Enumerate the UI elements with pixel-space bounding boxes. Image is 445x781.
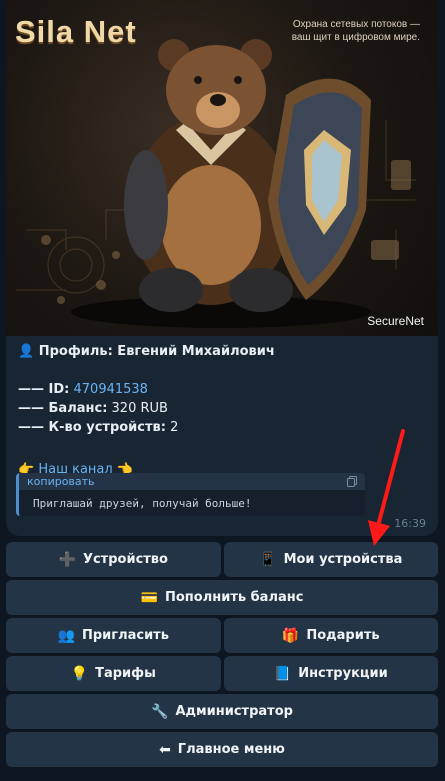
invite-label: Пригласить: [81, 628, 169, 643]
tariffs-button[interactable]: 💡 Тарифы: [6, 656, 221, 691]
administrator-button[interactable]: 🔧 Администратор: [6, 694, 438, 729]
my-devices-button[interactable]: 📱 Мои устройства: [223, 542, 438, 577]
add-device-button[interactable]: ➕ Устройство: [6, 542, 221, 577]
top-up-balance-button[interactable]: 💳 Пополнить баланс: [6, 580, 438, 615]
profile-icon: 👤: [18, 344, 35, 359]
banner-image[interactable]: Sila Net Охрана сетевых потоков — ваш щи…: [6, 0, 438, 336]
credit-card-icon: 💳: [140, 589, 158, 606]
balance-line: —— Баланс: 320 RUB: [18, 399, 428, 418]
message-text: 👤 Профиль: Евгений Михайлович —— ID: 470…: [18, 342, 428, 479]
back-arrow-icon: ⬅: [159, 741, 171, 758]
invite-button[interactable]: 👥 Пригласить: [6, 618, 221, 653]
id-value[interactable]: 470941538: [74, 382, 148, 397]
book-icon: 📘: [273, 665, 292, 682]
balance-prefix: —— Баланс:: [18, 401, 108, 416]
keyboard-row-1: ➕ Устройство 📱 Мои устройства: [6, 542, 438, 577]
copy-label[interactable]: копировать: [27, 475, 95, 488]
code-text: Приглашай друзей, получай больше!: [33, 497, 252, 510]
tagline-line-2: ваш щит в цифровом мире.: [291, 32, 420, 43]
message-time: 16:39: [394, 517, 426, 530]
gift-button[interactable]: 🎁 Подарить: [223, 618, 438, 653]
keyboard-row-5: 🔧 Администратор: [6, 694, 438, 729]
banner-watermark: SecureNet: [367, 314, 424, 328]
code-block[interactable]: копировать Приглашай друзей, получай бол…: [16, 473, 365, 516]
copy-icon[interactable]: [347, 476, 357, 487]
add-device-label: Устройство: [82, 552, 168, 567]
wrench-icon: 🔧: [151, 703, 169, 720]
keyboard-row-3: 👥 Пригласить 🎁 Подарить: [6, 618, 438, 653]
light-bulb-icon: 💡: [70, 665, 89, 682]
keyboard-row-4: 💡 Тарифы 📘 Инструкции: [6, 656, 438, 691]
top-up-label: Пополнить баланс: [164, 590, 304, 605]
main-menu-button[interactable]: ⬅ Главное меню: [6, 732, 438, 767]
keyboard-row-2: 💳 Пополнить баланс: [6, 580, 438, 615]
code-block-header: копировать: [19, 473, 365, 490]
devices-value: 2: [170, 420, 179, 435]
devices-prefix: —— К-во устройств:: [18, 420, 166, 435]
inline-keyboard: ➕ Устройство 📱 Мои устройства 💳 Пополнит…: [6, 542, 438, 770]
profile-label: Профиль: Евгений Михайлович: [38, 344, 275, 359]
keyboard-row-6: ⬅ Главное меню: [6, 732, 438, 767]
id-prefix: —— ID:: [18, 382, 70, 397]
my-devices-label: Мои устройства: [283, 552, 403, 567]
gift-icon: 🎁: [281, 627, 300, 644]
balance-value: 320 RUB: [111, 401, 168, 416]
gift-label: Подарить: [306, 628, 380, 643]
instructions-label: Инструкции: [298, 666, 388, 681]
id-line: —— ID: 470941538: [18, 380, 428, 399]
message-bubble: Sila Net Охрана сетевых потоков — ваш щи…: [6, 0, 438, 536]
plus-icon: ➕: [58, 551, 76, 568]
devices-line: —— К-во устройств: 2: [18, 418, 428, 437]
tariffs-label: Тарифы: [95, 666, 156, 681]
administrator-label: Администратор: [175, 704, 293, 719]
profile-line: 👤 Профиль: Евгений Михайлович: [18, 342, 428, 361]
bear-with-shield-illustration: [16, 39, 416, 328]
people-icon: 👥: [57, 627, 75, 644]
banner-tagline: Охрана сетевых потоков — ваш щит в цифро…: [250, 18, 420, 44]
phone-icon: 📱: [259, 551, 277, 568]
instructions-button[interactable]: 📘 Инструкции: [223, 656, 438, 691]
tagline-line-1: Охрана сетевых потоков —: [292, 19, 420, 30]
brand-title: Sila Net: [15, 14, 137, 49]
main-menu-label: Главное меню: [177, 742, 285, 757]
